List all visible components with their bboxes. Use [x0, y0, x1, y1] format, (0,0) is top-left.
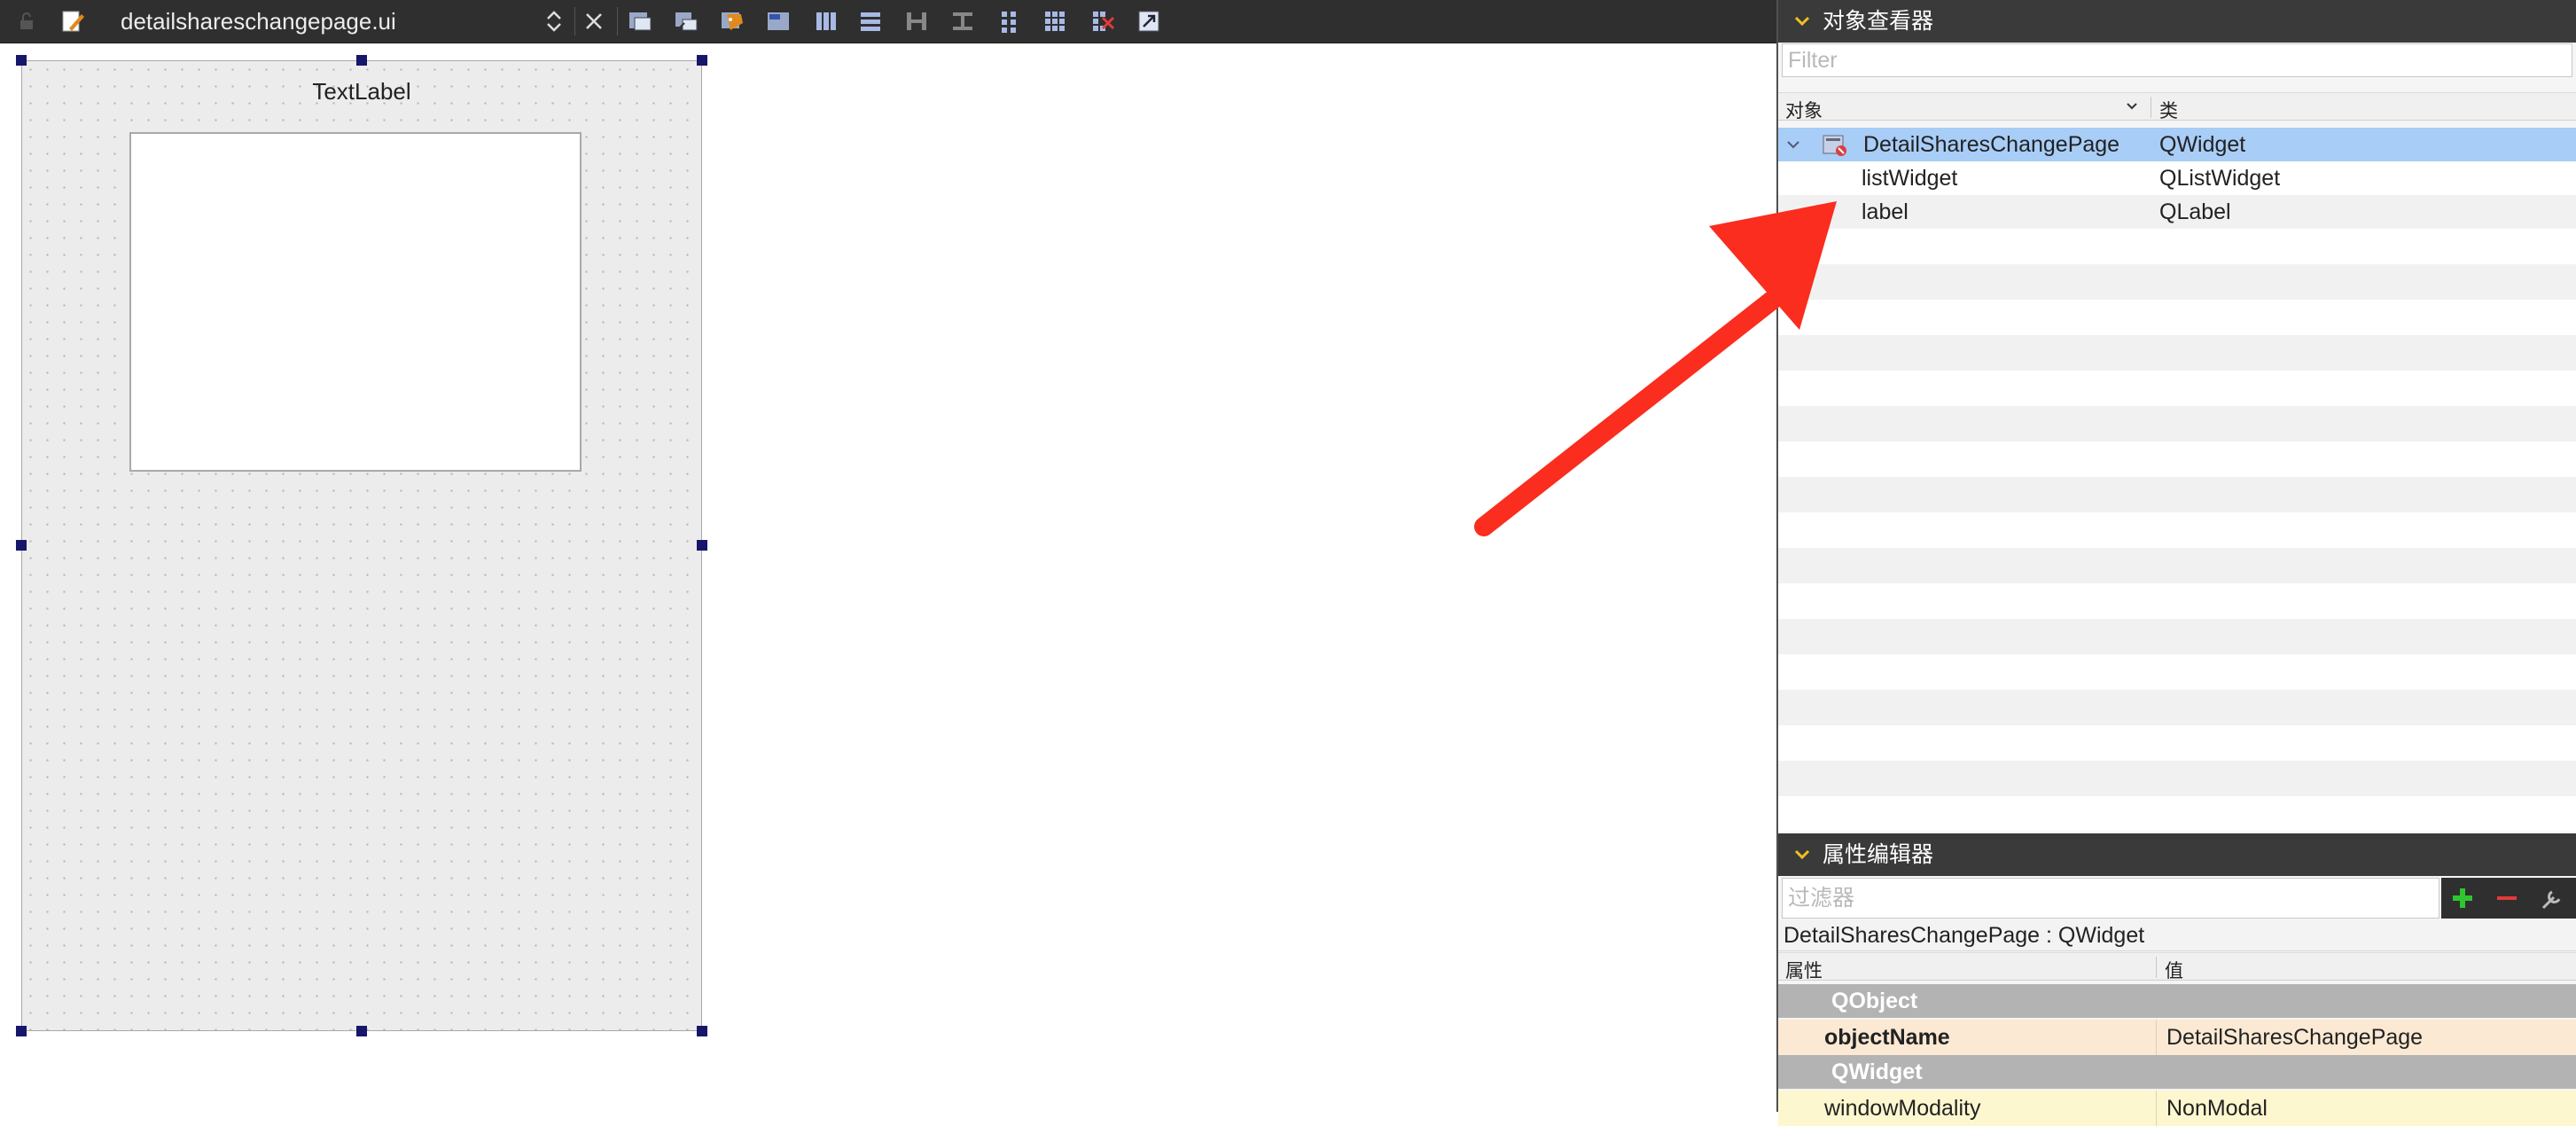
- resize-handle[interactable]: [16, 1026, 27, 1036]
- chevron-down-icon[interactable]: [2124, 93, 2140, 125]
- empty-row: [1778, 583, 2576, 619]
- resize-handle[interactable]: [356, 1026, 367, 1036]
- remove-property-icon[interactable]: [2493, 884, 2521, 912]
- empty-row: [1778, 477, 2576, 512]
- object-tree: DetailSharesChangePage QWidget listWidge…: [1778, 128, 2576, 832]
- resize-handle[interactable]: [697, 55, 707, 66]
- resize-handle[interactable]: [16, 55, 27, 66]
- layout-vertical-icon[interactable]: [856, 7, 885, 35]
- tree-row-list-widget[interactable]: listWidget QListWidget: [1778, 161, 2576, 195]
- edit-resources-icon[interactable]: [764, 7, 792, 35]
- resize-handle[interactable]: [697, 540, 707, 551]
- tree-item-name: listWidget: [1862, 166, 1958, 191]
- property-column-header: 属性 值: [1778, 952, 2576, 981]
- layout-vertical-splitter-icon[interactable]: [948, 7, 977, 35]
- empty-row: [1778, 654, 2576, 690]
- property-editor-title-label: 属性编辑器: [1823, 842, 1934, 867]
- tree-item-class: QWidget: [2159, 132, 2246, 157]
- toolbar-separator: [617, 7, 618, 35]
- column-separator: [2156, 957, 2157, 978]
- property-value[interactable]: NonModal: [2166, 1091, 2268, 1126]
- empty-row: [1778, 371, 2576, 406]
- property-editor-title: 属性编辑器: [1778, 833, 2576, 876]
- empty-row: [1778, 725, 2576, 761]
- empty-row: [1778, 796, 2576, 832]
- property-group-qobject[interactable]: QObject: [1778, 984, 2576, 1018]
- empty-row: [1778, 300, 2576, 335]
- property-value[interactable]: DetailSharesChangePage: [2166, 1020, 2423, 1055]
- break-layout-icon[interactable]: [1089, 7, 1117, 35]
- resize-handle[interactable]: [356, 55, 367, 66]
- tree-item-class: QLabel: [2159, 199, 2231, 224]
- edit-signals-icon[interactable]: [626, 7, 654, 35]
- chevron-updown-icon[interactable]: [544, 9, 564, 38]
- list-widget[interactable]: [129, 132, 582, 472]
- column-value[interactable]: 值: [2165, 957, 2183, 983]
- edit-buddies-icon[interactable]: [672, 7, 700, 35]
- right-dock: 对象查看器 对象 类 DetailSharesChangePage QWidge…: [1776, 0, 2576, 1126]
- add-property-icon[interactable]: [2448, 884, 2477, 912]
- property-filter-input[interactable]: [1782, 878, 2439, 919]
- column-property[interactable]: 属性: [1785, 957, 1823, 983]
- empty-row: [1778, 761, 2576, 796]
- empty-row: [1778, 512, 2576, 548]
- lock-icon[interactable]: [12, 7, 41, 35]
- object-inspector-title-label: 对象查看器: [1823, 9, 1934, 34]
- toolbar-separator: [574, 7, 575, 35]
- tree-item-name: DetailSharesChangePage: [1863, 132, 2120, 157]
- empty-row: [1778, 690, 2576, 725]
- edit-widgets-icon[interactable]: [59, 7, 87, 35]
- column-separator: [2156, 1020, 2157, 1055]
- tree-row-detail-shares-change-page[interactable]: DetailSharesChangePage QWidget: [1778, 128, 2576, 161]
- empty-row: [1778, 264, 2576, 300]
- empty-row: [1778, 619, 2576, 654]
- tree-item-name: label: [1862, 199, 1909, 224]
- form-editor-toolbar: detailshareschangepage.ui: [0, 0, 1776, 43]
- empty-row: [1778, 335, 2576, 371]
- text-label[interactable]: TextLabel: [21, 78, 702, 106]
- adjust-size-icon[interactable]: [1135, 7, 1163, 35]
- column-object[interactable]: 对象: [1785, 97, 1823, 123]
- resize-handle[interactable]: [697, 1026, 707, 1036]
- layout-form-icon[interactable]: [995, 7, 1023, 35]
- file-name-combo[interactable]: detailshareschangepage.ui: [121, 5, 396, 37]
- empty-row: [1778, 229, 2576, 264]
- object-inspector-title: 对象查看器: [1778, 0, 2576, 43]
- property-row-window-modality[interactable]: windowModality NonModal: [1778, 1091, 2576, 1126]
- tree-row-label[interactable]: label QLabel: [1778, 195, 2576, 229]
- column-separator: [2156, 1091, 2157, 1126]
- tree-item-class: QListWidget: [2159, 166, 2281, 191]
- property-name: windowModality: [1824, 1096, 1981, 1121]
- layout-grid-icon[interactable]: [1041, 7, 1069, 35]
- layout-horizontal-icon[interactable]: [812, 7, 840, 35]
- edit-tab-order-icon[interactable]: [718, 7, 746, 35]
- empty-row: [1778, 548, 2576, 583]
- column-class[interactable]: 类: [2159, 97, 2178, 123]
- object-column-header: 对象 类: [1778, 92, 2576, 121]
- close-icon[interactable]: [580, 7, 608, 35]
- selected-object-label: DetailSharesChangePage : QWidget: [1778, 919, 2576, 951]
- layout-horizontal-splitter-icon[interactable]: [902, 7, 931, 35]
- wrench-icon[interactable]: [2537, 884, 2565, 912]
- empty-row: [1778, 442, 2576, 477]
- object-filter-input[interactable]: [1782, 43, 2572, 77]
- resize-handle[interactable]: [16, 540, 27, 551]
- property-group-qwidget[interactable]: QWidget: [1778, 1055, 2576, 1089]
- property-row-object-name[interactable]: objectName DetailSharesChangePage: [1778, 1020, 2576, 1055]
- empty-row: [1778, 406, 2576, 442]
- property-tools: [2441, 878, 2576, 919]
- property-name: objectName: [1824, 1025, 1950, 1050]
